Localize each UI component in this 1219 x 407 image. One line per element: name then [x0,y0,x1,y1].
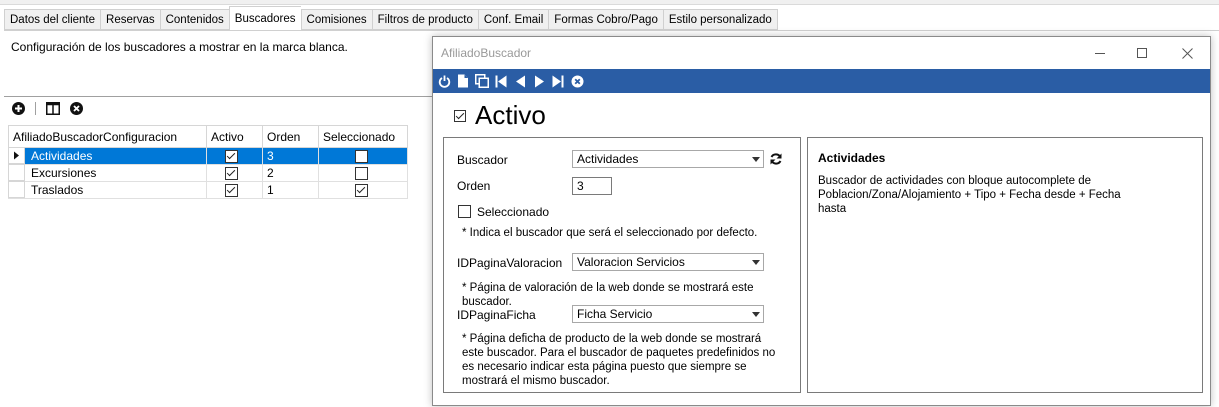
tab-filtros-producto[interactable]: Filtros de producto [371,9,478,30]
tab-contenidos[interactable]: Contenidos [159,9,229,30]
previous-record-icon[interactable] [513,74,527,88]
table-row[interactable]: Excursiones 2 [8,164,408,182]
row-activo-checkbox[interactable] [225,183,238,197]
valoracion-select[interactable]: Valoracion Servicios [572,253,764,271]
tab-strip: Datos del cliente Reservas Contenidos Bu… [4,6,778,31]
tab-formas-cobro-pago[interactable]: Formas Cobro/Pago [548,9,663,30]
activo-label[interactable]: Activo [475,100,546,131]
columns-icon[interactable] [45,101,60,116]
row-selector[interactable] [8,181,25,198]
orden-label: Orden [457,179,491,193]
dialog-toolbar [433,69,1210,93]
add-icon[interactable] [11,101,26,116]
next-record-icon[interactable] [532,74,546,88]
row-name: Traslados [31,182,84,197]
ficha-label: IDPaginaFicha [457,308,536,322]
chevron-down-icon [752,312,760,317]
form-panel: Buscador Actividades Orden 3 Seleccionad… [443,137,801,393]
row-seleccionado-cell[interactable] [318,164,408,182]
row-activo-cell[interactable] [206,181,263,199]
row-seleccionado-checkbox[interactable] [355,166,368,180]
row-selector[interactable] [8,164,25,181]
refresh-icon[interactable] [769,152,783,166]
tab-conf-email[interactable]: Conf. Email [477,9,549,30]
row-name-cell[interactable]: Traslados [8,181,207,199]
row-name-cell[interactable]: Actividades [8,147,207,165]
dialog-title: AfiliadoBuscador [441,46,532,60]
minimize-icon [1095,53,1105,54]
close-icon [1181,47,1193,59]
info-panel: Actividades Buscador de actividades con … [807,137,1203,393]
buscador-value: Actividades [577,152,639,166]
activo-row: Activo [454,100,546,131]
row-seleccionado-checkbox[interactable] [355,183,368,197]
tab-datos-cliente[interactable]: Datos del cliente [4,9,101,30]
chevron-down-icon [752,260,760,265]
column-header-orden[interactable]: Orden [262,125,319,148]
row-seleccionado-cell[interactable] [318,147,408,165]
grid-toolbar [11,101,84,116]
row-seleccionado-cell[interactable] [318,181,408,199]
delete-icon[interactable] [69,101,84,116]
tab-estilo-personalizado[interactable]: Estilo personalizado [662,9,778,30]
row-activo-cell[interactable] [206,147,263,165]
panel-separator [4,96,432,97]
current-row-arrow-icon [14,151,19,160]
row-activo-cell[interactable] [206,164,263,182]
row-seleccionado-checkbox[interactable] [355,149,368,163]
buscador-label: Buscador [457,153,508,167]
maximize-button[interactable] [1127,43,1157,63]
orden-input[interactable]: 3 [572,177,612,195]
first-record-icon[interactable] [494,74,508,88]
info-title: Actividades [818,151,886,165]
dialog-titlebar[interactable]: AfiliadoBuscador [433,37,1210,69]
seleccionado-checkbox[interactable] [458,205,471,218]
power-icon[interactable] [437,74,451,88]
top-border [0,0,1219,5]
row-orden-cell[interactable]: 3 [262,147,319,165]
row-name: Excursiones [31,165,97,180]
column-header-seleccionado[interactable]: Seleccionado [318,125,408,148]
ficha-value: Ficha Servicio [577,307,653,321]
tab-buscadores[interactable]: Buscadores [228,6,301,30]
ficha-select[interactable]: Ficha Servicio [572,305,764,323]
afiliado-buscador-dialog: AfiliadoBuscador Activo Buscador Activid… [432,36,1211,406]
buscador-select[interactable]: Actividades [572,150,764,168]
maximize-icon [1137,48,1147,58]
grid-header-row: AfiliadoBuscadorConfiguracion Activo Ord… [8,125,408,148]
column-header-activo[interactable]: Activo [206,125,263,148]
chevron-down-icon [752,157,760,162]
seleccionado-note: * Indica el buscador que será el selecci… [462,227,758,239]
buscadores-grid: AfiliadoBuscadorConfiguracion Activo Ord… [8,125,408,199]
copy-icon[interactable] [475,74,489,88]
close-button[interactable] [1172,43,1202,63]
seleccionado-label[interactable]: Seleccionado [477,205,549,219]
toolbar-divider [35,102,36,115]
row-name-cell[interactable]: Excursiones [8,164,207,182]
row-activo-checkbox[interactable] [225,166,238,180]
panel-description: Configuración de los buscadores a mostra… [11,40,348,54]
tab-reservas[interactable]: Reservas [100,9,160,30]
valoracion-label: IDPaginaValoracion [457,256,563,270]
ficha-note: * Página deficha de producto de la web d… [462,333,776,387]
row-activo-checkbox[interactable] [225,149,238,163]
row-orden-cell[interactable]: 1 [262,181,319,199]
delete-record-icon[interactable] [570,74,584,88]
column-header-configuracion[interactable]: AfiliadoBuscadorConfiguracion [8,125,207,148]
minimize-button[interactable] [1085,43,1115,63]
activo-checkbox[interactable] [454,109,466,122]
last-record-icon[interactable] [551,74,565,88]
new-document-icon[interactable] [456,74,470,88]
row-selector[interactable] [8,147,25,164]
row-name: Actividades [31,148,93,163]
valoracion-value: Valoracion Servicios [577,255,685,269]
table-row[interactable]: Actividades 3 [8,147,408,165]
row-orden-cell[interactable]: 2 [262,164,319,182]
info-text: Buscador de actividades con bloque autoc… [818,175,1121,215]
table-row[interactable]: Traslados 1 [8,181,408,199]
tab-comisiones[interactable]: Comisiones [300,9,372,30]
